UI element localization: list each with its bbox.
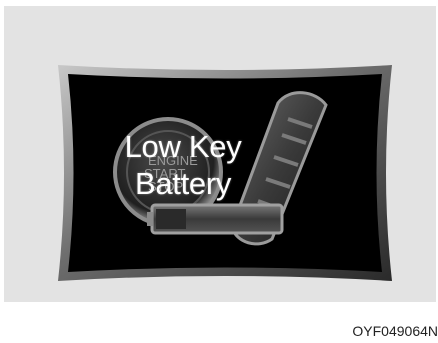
figure-code: OYF049064N (352, 323, 438, 339)
warning-message-line-2: Battery (134, 166, 232, 201)
warning-message-line-1: Low Key (124, 129, 242, 164)
warning-message: Low Key Battery (52, 128, 314, 202)
battery-icon (147, 203, 284, 235)
